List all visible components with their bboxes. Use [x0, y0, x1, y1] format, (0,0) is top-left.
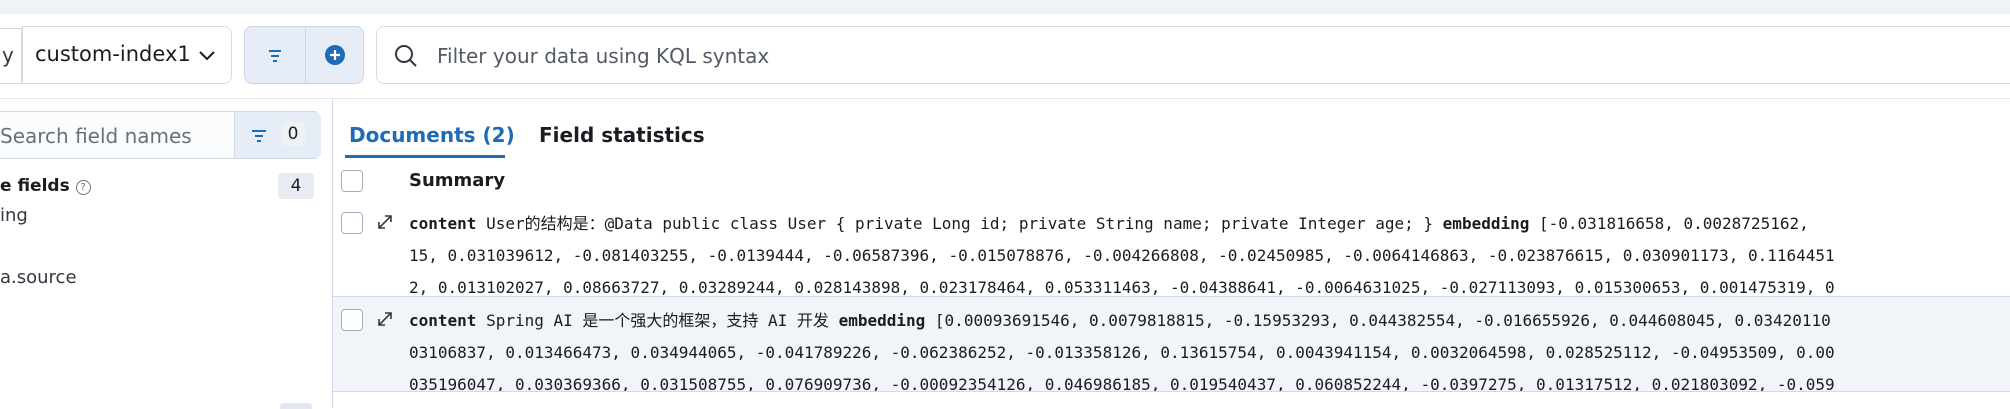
- help-icon[interactable]: ?: [75, 180, 91, 195]
- field-search-placeholder: Search field names: [0, 124, 192, 148]
- kql-search-input[interactable]: Filter your data using KQL syntax: [376, 26, 2010, 84]
- filter-icon: [252, 130, 266, 142]
- field-badge: [280, 403, 312, 409]
- tab-field-statistics[interactable]: Field statistics: [539, 123, 705, 147]
- discover-tabs: Documents (2) Field statistics: [333, 99, 2010, 159]
- filter-count-badge: 0: [281, 122, 305, 146]
- field-value: User的结构是：@Data public class User { priva…: [476, 214, 1443, 233]
- field-item[interactable]: ing: [0, 205, 28, 226]
- filter-icon: [269, 50, 281, 62]
- query-button-group: [244, 26, 364, 84]
- row-checkbox[interactable]: [341, 212, 363, 234]
- add-filter-button[interactable]: [305, 27, 363, 83]
- summary-line: 03106837, 0.013466473, 0.034944065, -0.0…: [409, 343, 1835, 362]
- field-search[interactable]: Search field names 0: [0, 111, 321, 159]
- row-summary: content Spring AI 是一个强大的框架，支持 AI 开发 embe…: [409, 305, 2009, 392]
- summary-line: content Spring AI 是一个强大的框架，支持 AI 开发 embe…: [409, 305, 2009, 337]
- field-item[interactable]: a.source: [0, 267, 77, 288]
- plus-circle-icon: [325, 45, 345, 65]
- field-sidebar: Search field names 0 e fields? 4 ing a.s…: [0, 99, 333, 409]
- row-checkbox[interactable]: [341, 309, 363, 331]
- select-all-checkbox[interactable]: [341, 170, 363, 192]
- data-view-picker[interactable]: custom-index1: [22, 26, 232, 84]
- grid-header: Summary: [333, 160, 2010, 201]
- field-key: embedding: [1442, 214, 1530, 233]
- expand-icon[interactable]: [375, 309, 395, 329]
- summary-line: 15, 0.031039612, -0.081403255, -0.013944…: [409, 246, 1835, 265]
- kql-placeholder: Filter your data using KQL syntax: [437, 44, 770, 68]
- row-summary: content User的结构是：@Data public class User…: [409, 208, 2009, 297]
- field-filter-button[interactable]: 0: [234, 112, 321, 158]
- filter-options-button[interactable]: [245, 27, 306, 83]
- data-view-prefix[interactable]: y: [0, 28, 22, 84]
- summary-line: content User的结构是：@Data public class User…: [409, 208, 2009, 240]
- field-value: Spring AI 是一个强大的框架，支持 AI 开发: [476, 311, 839, 330]
- table-row: content User的结构是：@Data public class User…: [333, 200, 2010, 297]
- field-value: [-0.031816658, 0.0028725162,: [1529, 214, 1809, 233]
- table-row: content Spring AI 是一个强大的框架，支持 AI 开发 embe…: [333, 297, 2010, 392]
- chevron-down-icon: [199, 51, 215, 61]
- expand-icon[interactable]: [375, 212, 395, 232]
- active-tab-indicator: [345, 155, 505, 158]
- summary-column-header[interactable]: Summary: [409, 170, 505, 191]
- field-key: content: [409, 311, 477, 330]
- top-band: [0, 0, 2010, 14]
- data-view-prefix-label: y: [2, 43, 14, 67]
- available-fields-label: e fields: [0, 176, 70, 196]
- field-key: content: [409, 214, 477, 233]
- available-fields-heading[interactable]: e fields?: [0, 176, 91, 196]
- field-value: [0.00093691546, 0.0079818815, -0.1595329…: [925, 311, 1831, 330]
- data-view-name: custom-index1: [35, 42, 191, 66]
- field-key: embedding: [838, 311, 926, 330]
- summary-line: 035196047, 0.030369366, 0.031508755, 0.0…: [409, 375, 1835, 392]
- summary-line: 2, 0.013102027, 0.08663727, 0.03289244, …: [409, 278, 1835, 297]
- available-fields-count: 4: [278, 173, 314, 199]
- search-icon: [395, 45, 417, 67]
- documents-grid: Summary content User的结构是：@Data public cl…: [333, 160, 2010, 408]
- tab-documents[interactable]: Documents (2): [349, 123, 515, 147]
